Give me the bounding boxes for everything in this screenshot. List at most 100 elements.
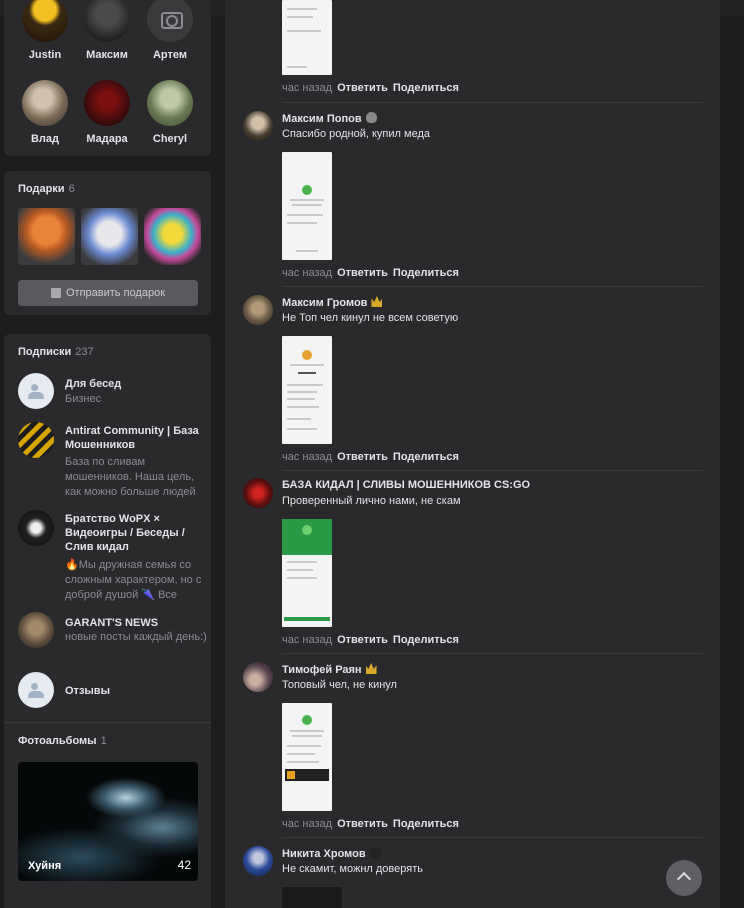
status-emoji-icon: [365, 112, 377, 123]
screenshot-line: [287, 561, 317, 563]
profile-page: ••• Justin Максим Артем Влад Мадара Cher…: [0, 0, 744, 908]
screenshot-line: [290, 199, 324, 201]
subscription-item[interactable]: GARANT'S NEWS новые посты каждый день:): [18, 612, 208, 652]
comment-screenshot[interactable]: [282, 703, 332, 811]
check-icon: [302, 525, 312, 535]
comment-separator: [282, 102, 703, 103]
gift-box-image[interactable]: [81, 208, 138, 265]
screenshot-line: [287, 745, 321, 747]
comment-text: Не Топ чел кинул не всем советую: [282, 312, 459, 324]
friend-name: Мадара: [86, 133, 128, 145]
albums-title-text: Фотоальбомы: [18, 735, 97, 747]
albums-title[interactable]: Фотоальбомы 1: [18, 735, 107, 747]
screenshot-banner-icon: [287, 771, 295, 779]
comment-screenshot[interactable]: [282, 0, 332, 75]
comment-actions: час назад Ответить Поделиться: [282, 634, 459, 646]
coin-icon: [302, 350, 312, 360]
subscription-name: Братство WoPX × Видеоигры / Беседы / Сли…: [65, 513, 185, 553]
comment-actions: час назад Ответить Поделиться: [282, 82, 459, 94]
subscription-desc: База по сливам мошенников. Наша цель, ка…: [65, 456, 196, 498]
screenshot-line: [290, 364, 324, 366]
comment-screenshot[interactable]: [282, 336, 332, 444]
share-link[interactable]: Поделиться: [393, 451, 459, 463]
friend-item[interactable]: Justin: [17, 0, 73, 61]
share-link[interactable]: Поделиться: [393, 82, 459, 94]
comments-feed: час назад Ответить Поделиться Максим Попов…: [225, 0, 720, 908]
reply-link[interactable]: Ответить: [337, 267, 388, 279]
subscription-item[interactable]: Antirat Community | База Мошенников База…: [18, 422, 208, 498]
reply-link[interactable]: Ответить: [337, 634, 388, 646]
comment-time: час назад: [282, 634, 333, 646]
comment-author[interactable]: Максим Громов: [282, 296, 383, 309]
share-link[interactable]: Поделиться: [393, 267, 459, 279]
comment-screenshot[interactable]: [282, 152, 332, 260]
screenshot-line: [287, 66, 307, 68]
share-link[interactable]: Поделиться: [393, 634, 459, 646]
friend-item[interactable]: Максим: [79, 0, 135, 61]
comment-avatar[interactable]: [243, 846, 273, 876]
subscription-name: GARANT'S NEWS: [65, 617, 159, 629]
comment-author[interactable]: Тимофей Раян: [282, 663, 377, 676]
subscription-item[interactable]: Отзывы: [18, 672, 208, 708]
comment-avatar[interactable]: [243, 478, 273, 508]
subscription-item[interactable]: Братство WoPX × Видеоигры / Беседы / Сли…: [18, 510, 208, 601]
comment-separator: [282, 470, 703, 471]
screenshot-line: [287, 384, 323, 386]
group-avatar-icon: [18, 373, 54, 409]
comment-actions: час назад Ответить Поделиться: [282, 818, 459, 830]
friend-avatar: [147, 80, 193, 126]
subscriptions-title-text: Подписки: [18, 346, 72, 358]
subscription-desc: новые посты каждый день:): [65, 631, 207, 643]
friend-name: Cheryl: [152, 133, 188, 145]
screenshot-line: [287, 30, 321, 32]
comment-screenshot[interactable]: [282, 887, 342, 908]
friend-item[interactable]: Артем: [142, 0, 198, 61]
comment-author-name: Максим Попов: [282, 113, 362, 125]
comment-avatar[interactable]: [243, 111, 273, 141]
comment-author-name: Тимофей Раян: [282, 664, 362, 676]
album-name: Хуйня: [28, 860, 62, 872]
send-gift-label: Отправить подарок: [65, 287, 166, 299]
reply-link[interactable]: Ответить: [337, 451, 388, 463]
comment-author[interactable]: Максим Попов: [282, 112, 377, 125]
group-avatar-icon: [18, 672, 54, 708]
comment-author[interactable]: БАЗА КИДАЛ | СЛИВЫ МОШЕННИКОВ CS:GO: [282, 479, 530, 491]
scroll-up-button[interactable]: [666, 860, 702, 896]
friend-avatar: [84, 0, 130, 42]
subscriptions-card: Подписки 237 Для бесед Бизнес Antirat Com…: [4, 334, 211, 908]
reply-link[interactable]: Ответить: [337, 818, 388, 830]
comment-time: час назад: [282, 267, 333, 279]
screenshot-line: [292, 204, 322, 206]
subscriptions-title[interactable]: Подписки 237: [18, 346, 94, 358]
screenshot-line: [298, 372, 316, 374]
friend-avatar: [84, 80, 130, 126]
screenshot-line: [287, 8, 317, 10]
comment-screenshot[interactable]: [282, 519, 332, 627]
subscription-item[interactable]: Для бесед Бизнес: [18, 373, 208, 409]
subscription-name: Antirat Community | База Мошенников: [65, 425, 199, 451]
screenshot-line: [292, 735, 322, 737]
reply-link[interactable]: Ответить: [337, 82, 388, 94]
gift-balloon-image[interactable]: [144, 208, 201, 265]
share-link[interactable]: Поделиться: [393, 818, 459, 830]
friend-item[interactable]: Cheryl: [142, 80, 198, 145]
friend-item[interactable]: Мадара: [79, 80, 135, 145]
screenshot-line: [287, 753, 315, 755]
comment-avatar[interactable]: [243, 295, 273, 325]
photo-album[interactable]: Хуйня 42: [18, 762, 198, 881]
comment-time: час назад: [282, 818, 333, 830]
comment-avatar[interactable]: [243, 662, 273, 692]
subscription-name: Для бесед: [65, 378, 122, 390]
friend-avatar: [22, 0, 68, 42]
friend-name: Артем: [152, 49, 187, 61]
screenshot-line: [287, 398, 315, 400]
gift-fox-image[interactable]: [18, 208, 75, 265]
send-gift-button[interactable]: Отправить подарок: [18, 280, 198, 306]
comment-author[interactable]: Никита Хромов: [282, 847, 381, 860]
status-emoji-icon: [369, 847, 381, 858]
gifts-count: 6: [68, 183, 75, 195]
section-divider: [4, 722, 211, 723]
screenshot-line: [287, 428, 317, 430]
friend-item[interactable]: Влад: [17, 80, 73, 145]
gifts-title[interactable]: Подарки 6: [18, 183, 75, 195]
